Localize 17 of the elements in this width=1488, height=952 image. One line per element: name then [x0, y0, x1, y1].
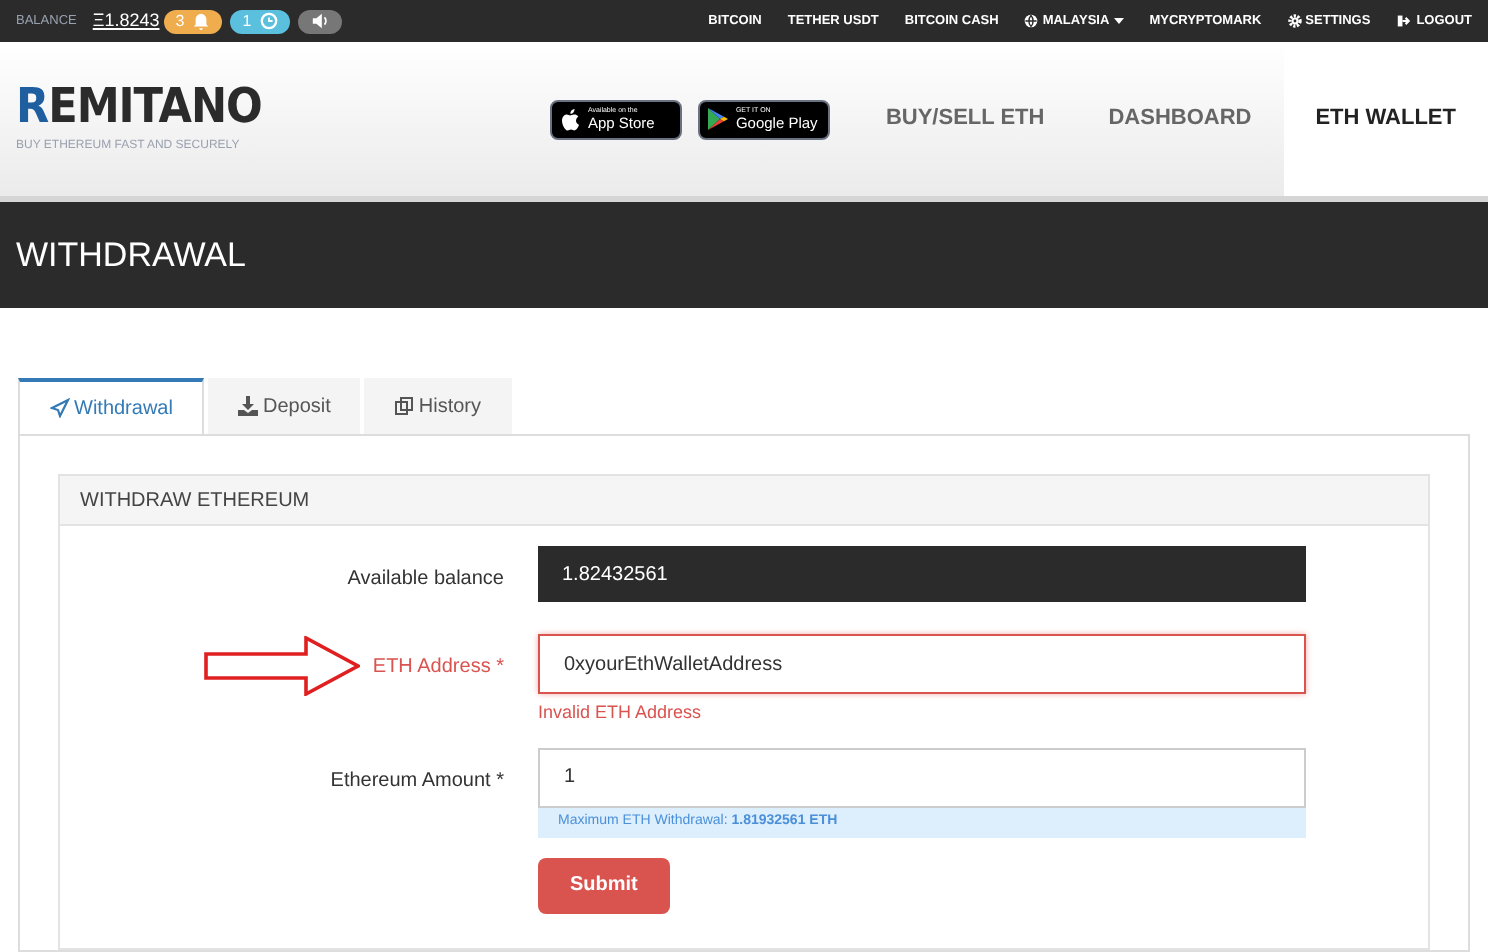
- balance-link[interactable]: Ξ1.8243: [92, 7, 160, 35]
- field-label: ETH Address *: [372, 654, 504, 682]
- balance-field: 1.82432561: [538, 546, 1306, 602]
- card-title: WITHDRAW ETHEREUM: [80, 487, 310, 515]
- tab[interactable]: History: [364, 378, 511, 434]
- input-field[interactable]: 1: [538, 747, 1306, 807]
- tab[interactable]: Deposit: [208, 378, 361, 434]
- input-field[interactable]: 0xyourEthWalletAddress: [538, 634, 1306, 694]
- error-message: Invalid ETH Address: [538, 700, 704, 726]
- field-label: Available balance: [347, 566, 504, 594]
- logo: REMITANO: [16, 82, 262, 130]
- main-nav-tab[interactable]: DASHBOARD: [1076, 42, 1284, 196]
- submit-button[interactable]: Submit: [538, 857, 670, 913]
- main-nav-tab[interactable]: BUY/SELL ETH: [853, 42, 1077, 196]
- field-label: Ethereum Amount *: [330, 767, 504, 795]
- tab[interactable]: Withdrawal: [18, 378, 205, 434]
- page-title: WITHDRAWAL: [16, 233, 246, 278]
